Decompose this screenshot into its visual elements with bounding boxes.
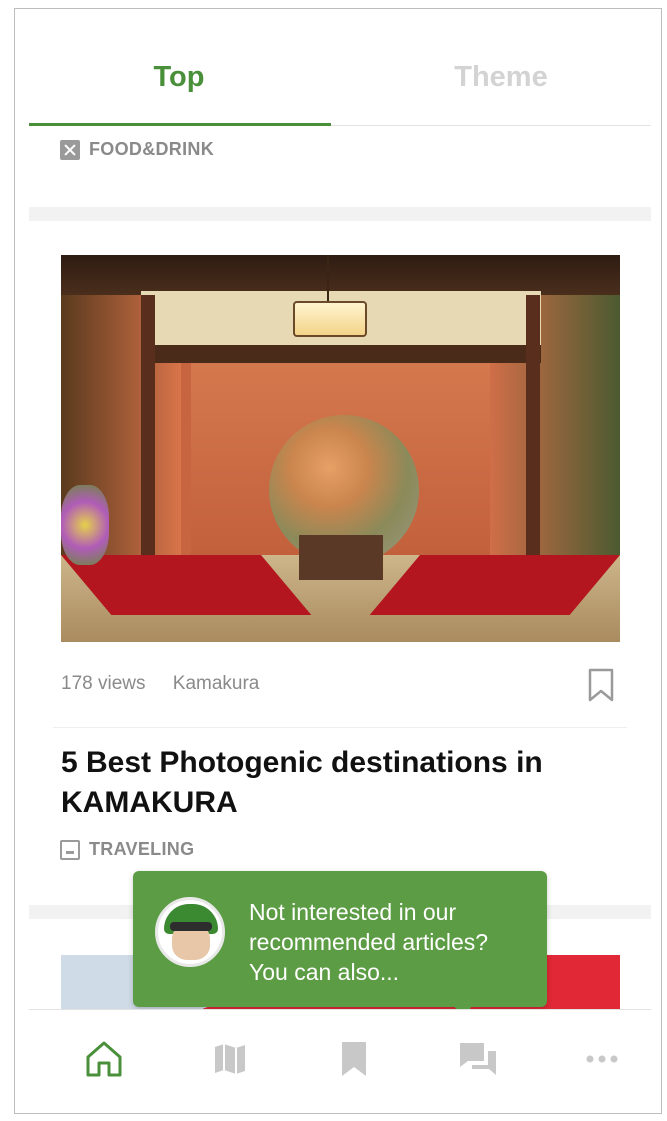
location-label: Kamakura (172, 673, 260, 694)
meta-divider (53, 727, 627, 728)
recommendation-toast[interactable]: Not interested in our recommended articl… (133, 871, 547, 1007)
tab-bar: Top Theme (29, 9, 651, 129)
category-label: TRAVELING (89, 839, 195, 859)
nav-map[interactable] (205, 1034, 255, 1084)
nav-bookmarks[interactable] (329, 1034, 379, 1084)
section-separator (29, 207, 651, 221)
tab-theme[interactable]: Theme (351, 61, 651, 94)
nav-more[interactable] (577, 1034, 627, 1084)
avatar-icon (155, 897, 225, 967)
view-count: 178 views (61, 673, 146, 694)
article-meta: 178 views Kamakura (61, 673, 281, 695)
bookmark-button[interactable] (586, 667, 618, 703)
image-ceiling (61, 255, 620, 295)
bottom-nav (29, 1009, 651, 1113)
fork-knife-icon (60, 139, 80, 160)
image-flowers (61, 485, 109, 565)
nav-home[interactable] (79, 1034, 129, 1084)
image-lamp-cord (327, 255, 329, 303)
toast-message: Not interested in our recommended articl… (249, 899, 489, 985)
image-pillar (526, 295, 540, 595)
bookmark-outline-icon (588, 668, 614, 702)
image-lamp (293, 301, 367, 337)
app-frame: Top Theme FOOD&DRINK 178 views Kamakura … (14, 8, 662, 1114)
article-category[interactable]: TRAVELING (60, 839, 194, 860)
image-table (299, 535, 383, 580)
category-label: FOOD&DRINK (89, 139, 214, 159)
image-pillar (141, 295, 155, 595)
article-title[interactable]: 5 Best Photogenic destinations in KAMAKU… (61, 743, 621, 823)
tab-top[interactable]: Top (29, 61, 329, 94)
article-image[interactable] (61, 255, 620, 642)
home-icon (86, 1041, 122, 1077)
map-icon (215, 1044, 245, 1074)
avatar-goggles (170, 922, 212, 931)
more-icon (586, 1055, 618, 1063)
nav-chat[interactable] (453, 1034, 503, 1084)
chat-icon (460, 1043, 496, 1075)
bookmark-icon (342, 1042, 366, 1076)
tab-active-indicator (29, 123, 331, 126)
previous-article-category[interactable]: FOOD&DRINK (60, 139, 214, 160)
photo-icon (60, 839, 80, 860)
